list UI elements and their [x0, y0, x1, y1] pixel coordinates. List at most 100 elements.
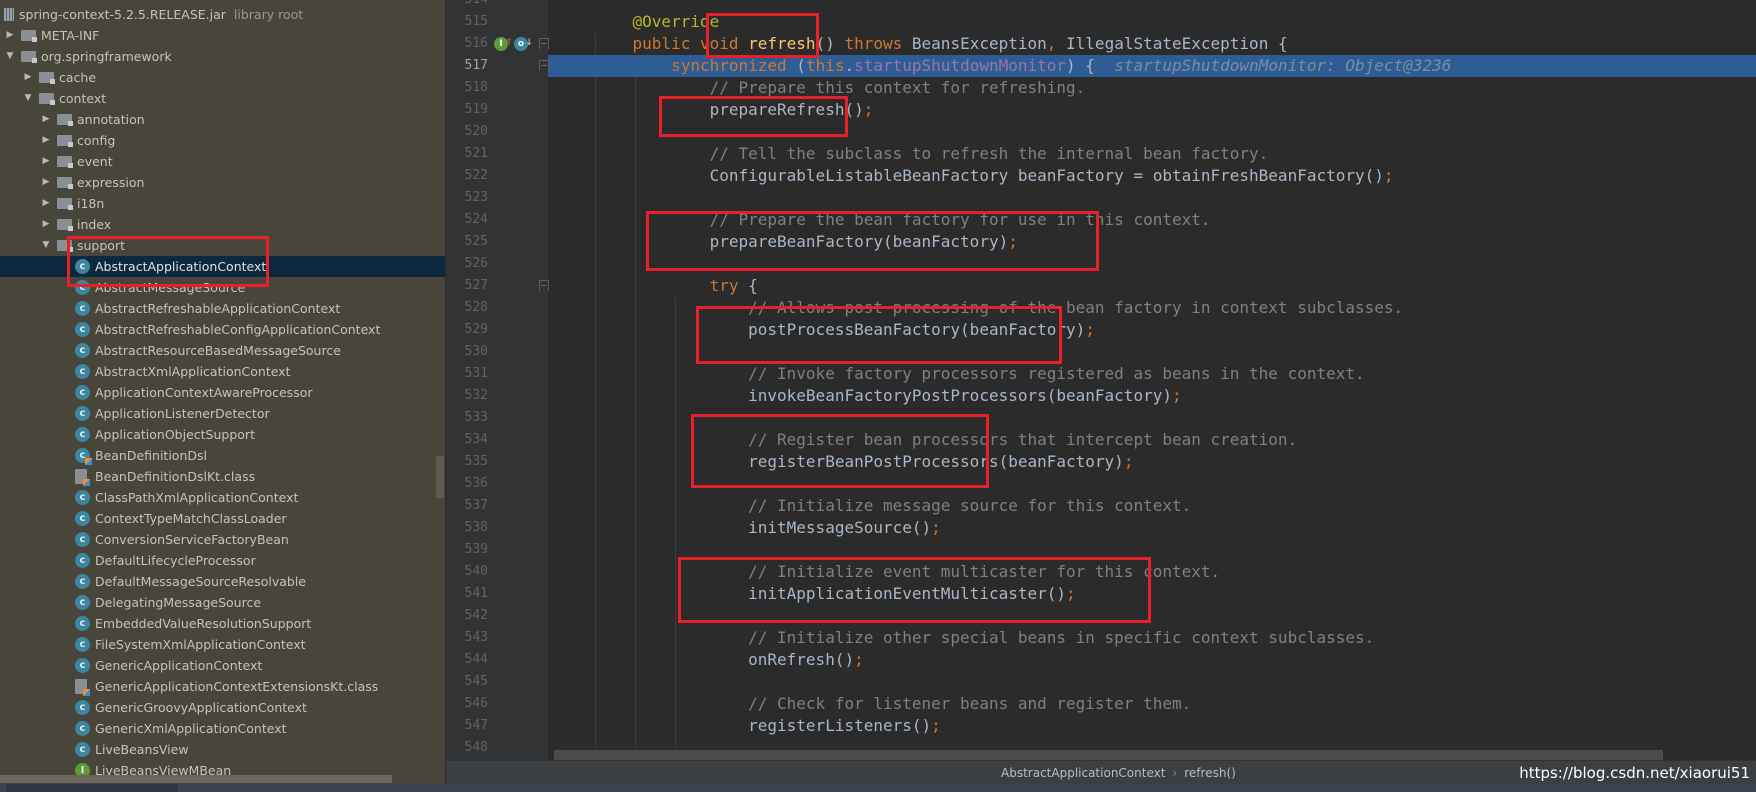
code-line[interactable]: // Invoke factory processors registered …	[548, 363, 1756, 385]
line-number[interactable]: 535	[446, 451, 488, 473]
line-number[interactable]: 541	[446, 583, 488, 605]
tree-item[interactable]: ▶ index	[0, 214, 446, 235]
line-number[interactable]: 521	[446, 143, 488, 165]
line-number[interactable]: 522	[446, 165, 488, 187]
tree-item[interactable]: c ApplicationContextAwareProcessor	[0, 382, 446, 403]
tree-item[interactable]: c ClassPathXmlApplicationContext	[0, 487, 446, 508]
current-code-line[interactable]: synchronized (this.startupShutdownMonito…	[548, 55, 1756, 77]
tree-item[interactable]: c ConversionServiceFactoryBean	[0, 529, 446, 550]
line-number[interactable]: 526	[446, 253, 488, 275]
line-number[interactable]: 517	[446, 55, 488, 77]
breadcrumb-item-class[interactable]: AbstractApplicationContext	[1001, 766, 1165, 780]
code-line[interactable]: // Tell the subclass to refresh the inte…	[548, 143, 1756, 165]
tree-root[interactable]: spring-context-5.2.5.RELEASE.jar library …	[0, 4, 446, 25]
tree-item[interactable]: c GenericApplicationContext	[0, 655, 446, 676]
tree-item[interactable]: c ContextTypeMatchClassLoader	[0, 508, 446, 529]
tree-horizontal-scrollbar[interactable]	[0, 775, 392, 783]
tree-item[interactable]: ▶ event	[0, 151, 446, 172]
chevron-right-icon[interactable]: ▶	[40, 130, 52, 151]
line-number[interactable]: 530	[446, 341, 488, 363]
code-line[interactable]: invokeBeanFactoryPostProcessors(beanFact…	[548, 385, 1756, 407]
chevron-right-icon[interactable]: ▶	[40, 193, 52, 214]
tree-item[interactable]: ▼ context	[0, 88, 446, 109]
tree-item[interactable]: ▶ config	[0, 130, 446, 151]
code-line[interactable]: ConfigurableListableBeanFactory beanFact…	[548, 165, 1756, 187]
tree-item[interactable]: c AbstractRefreshableConfigApplicationCon…	[0, 319, 446, 340]
chevron-down-icon[interactable]: ▼	[22, 88, 34, 109]
line-number[interactable]: 525	[446, 231, 488, 253]
tree-item[interactable]: c DefaultMessageSourceResolvable	[0, 571, 446, 592]
code-line[interactable]: onRefresh();	[548, 649, 1756, 671]
breadcrumb-item-method[interactable]: refresh()	[1184, 766, 1236, 780]
line-number[interactable]: 516	[446, 33, 488, 55]
bottom-tab[interactable]	[6, 784, 178, 792]
tree-item[interactable]: ▶ cache	[0, 67, 446, 88]
line-number[interactable]: 515	[446, 11, 488, 33]
fold-icon[interactable]: −	[539, 60, 549, 71]
line-number[interactable]: 540	[446, 561, 488, 583]
chevron-right-icon[interactable]: ▶	[40, 172, 52, 193]
tree-item[interactable]: ▶ expression	[0, 172, 446, 193]
code-line[interactable]: registerListeners();	[548, 715, 1756, 737]
line-number[interactable]: 519	[446, 99, 488, 121]
tree-item[interactable]: ▶ i18n	[0, 193, 446, 214]
chevron-down-icon[interactable]: ▼	[40, 235, 52, 256]
fold-icon[interactable]: −	[539, 38, 549, 49]
line-number[interactable]: 536	[446, 473, 488, 495]
chevron-right-icon[interactable]: ▶	[4, 25, 16, 46]
code-line[interactable]: // Check for listener beans and register…	[548, 693, 1756, 715]
line-number[interactable]: 547	[446, 715, 488, 737]
chevron-right-icon[interactable]: ▶	[40, 214, 52, 235]
line-number[interactable]: 537	[446, 495, 488, 517]
line-number[interactable]: 532	[446, 385, 488, 407]
chevron-right-icon[interactable]: ▶	[22, 67, 34, 88]
tree-item[interactable]: c GenericGroovyApplicationContext	[0, 697, 446, 718]
tree-item[interactable]: BeanDefinitionDslKt.class	[0, 466, 446, 487]
line-number[interactable]: 520	[446, 121, 488, 143]
tree-item[interactable]: ▶ annotation	[0, 109, 446, 130]
line-number[interactable]: 523	[446, 187, 488, 209]
line-number[interactable]: 518	[446, 77, 488, 99]
fold-icon[interactable]: −	[539, 280, 549, 291]
code-line[interactable]: // Initialize message source for this co…	[548, 495, 1756, 517]
line-number[interactable]: 542	[446, 605, 488, 627]
line-number[interactable]: 534	[446, 429, 488, 451]
project-tree[interactable]: spring-context-5.2.5.RELEASE.jar library …	[0, 0, 446, 784]
line-number[interactable]: 543	[446, 627, 488, 649]
code-line[interactable]	[548, 671, 1756, 693]
tree-item[interactable]: c LiveBeansView	[0, 739, 446, 760]
line-number[interactable]: 531	[446, 363, 488, 385]
chevron-right-icon[interactable]: ▶	[40, 151, 52, 172]
tree-item[interactable]: ▼ org.springframework	[0, 46, 446, 67]
line-number[interactable]: 545	[446, 671, 488, 693]
chevron-down-icon[interactable]: ▼	[4, 46, 16, 67]
code-line[interactable]	[548, 187, 1756, 209]
line-number[interactable]: 527	[446, 275, 488, 297]
tree-item[interactable]: c EmbeddedValueResolutionSupport	[0, 613, 446, 634]
code-line[interactable]: try {	[548, 275, 1756, 297]
line-number[interactable]: 548	[446, 737, 488, 759]
tree-item[interactable]: GenericApplicationContextExtensionsKt.cl…	[0, 676, 446, 697]
line-number[interactable]: 529	[446, 319, 488, 341]
line-number[interactable]: 546	[446, 693, 488, 715]
tree-vertical-scrollbar[interactable]	[436, 456, 444, 498]
tree-item[interactable]: c GenericXmlApplicationContext	[0, 718, 446, 739]
line-number[interactable]: 528	[446, 297, 488, 319]
tree-item[interactable]: c AbstractRefreshableApplicationContext	[0, 298, 446, 319]
chevron-right-icon[interactable]: ▶	[40, 109, 52, 130]
line-number[interactable]: 524	[446, 209, 488, 231]
tree-item[interactable]: c DefaultLifecycleProcessor	[0, 550, 446, 571]
tree-item[interactable]: c BeanDefinitionDsl	[0, 445, 446, 466]
line-number[interactable]: 533	[446, 407, 488, 429]
code-line[interactable]: initMessageSource();	[548, 517, 1756, 539]
tree-item[interactable]: c FileSystemXmlApplicationContext	[0, 634, 446, 655]
tree-item[interactable]: c ApplicationListenerDetector	[0, 403, 446, 424]
line-number[interactable]: 538	[446, 517, 488, 539]
tree-item[interactable]: ▶ META-INF	[0, 25, 446, 46]
tree-item[interactable]: c ApplicationObjectSupport	[0, 424, 446, 445]
editor-horizontal-scrollbar[interactable]	[554, 750, 1663, 760]
line-number[interactable]: 539	[446, 539, 488, 561]
tree-item[interactable]: c DelegatingMessageSource	[0, 592, 446, 613]
tree-item[interactable]: c AbstractResourceBasedMessageSource	[0, 340, 446, 361]
line-number[interactable]: 544	[446, 649, 488, 671]
